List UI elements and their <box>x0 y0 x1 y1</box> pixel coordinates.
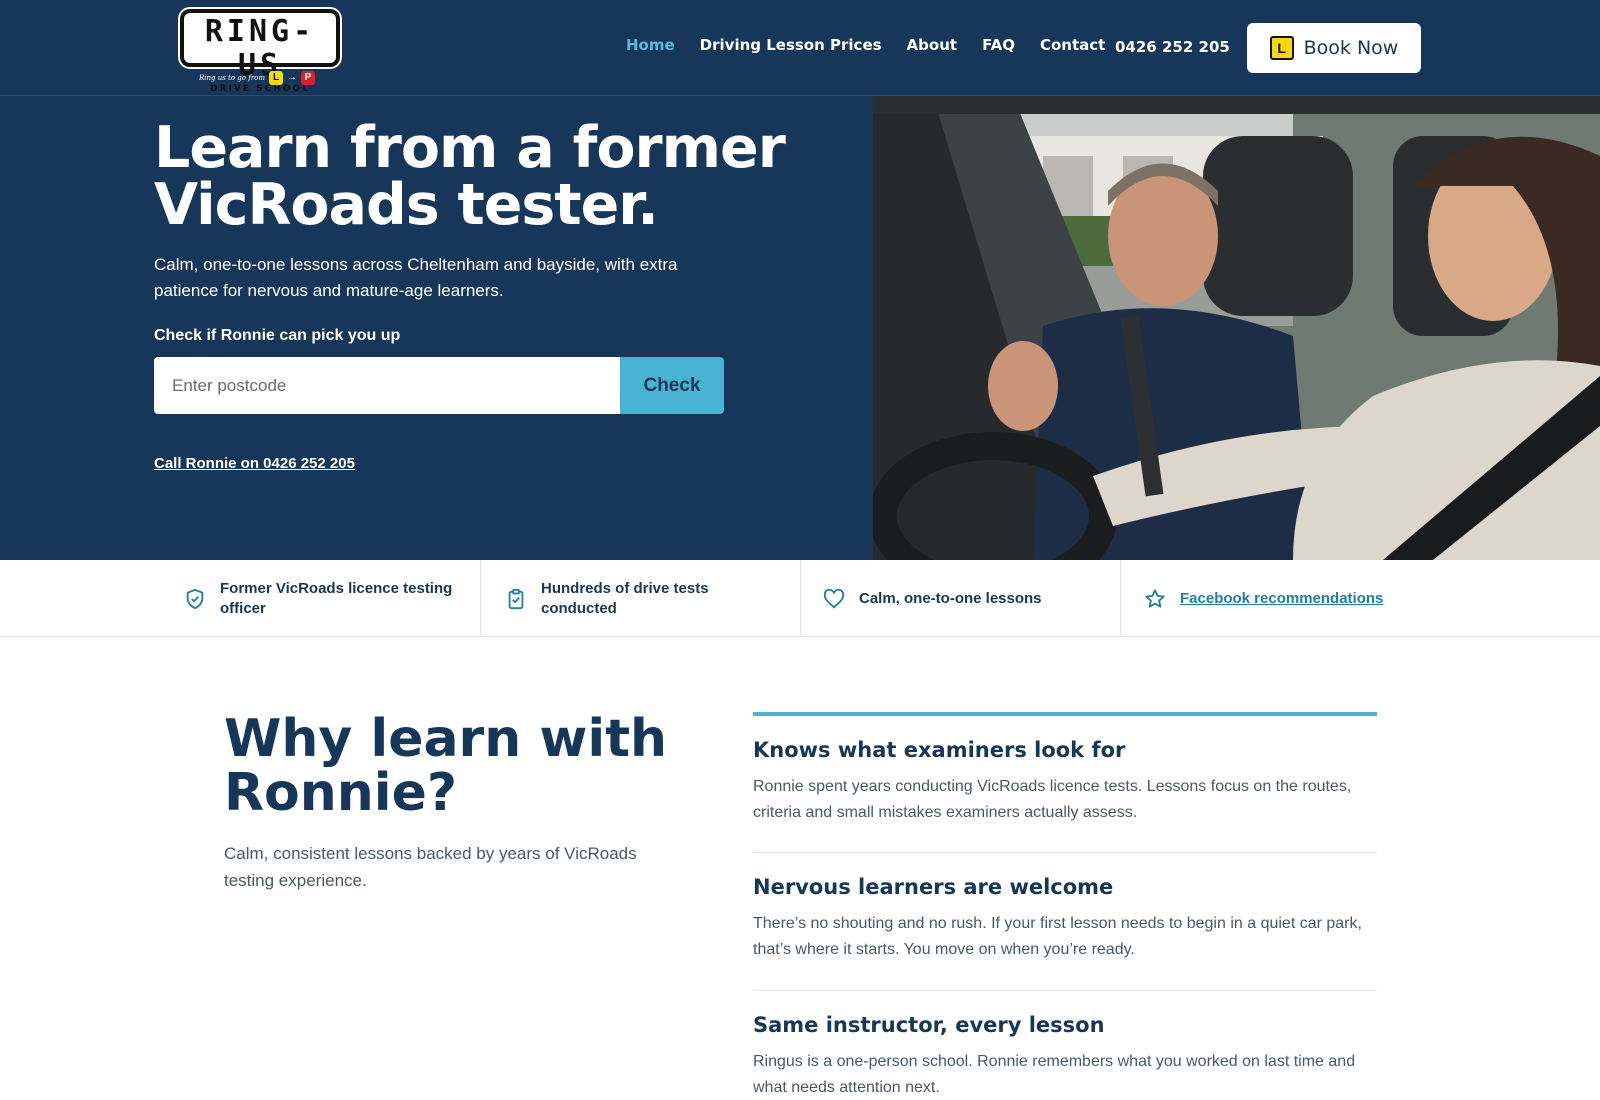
pickup-check-label: Check if Ronnie can pick you up <box>154 327 401 344</box>
feature-divider <box>753 852 1377 853</box>
hero-section: Learn from a former VicRoads tester. Cal… <box>0 96 873 560</box>
instructor-learner-photo <box>873 96 1600 560</box>
feature-divider <box>753 990 1377 991</box>
why-title-line2: Ronnie? <box>224 763 458 823</box>
why-section-subtitle: Calm, consistent lessons backed by years… <box>224 844 637 890</box>
arrow-right-icon: → <box>287 72 298 83</box>
header-phone-link[interactable]: 0426 252 205 <box>1115 38 1230 56</box>
facebook-recommendations-link[interactable]: Facebook recommendations <box>1180 590 1383 607</box>
trust-divider <box>800 560 801 637</box>
feature-title: Nervous learners are welcome <box>753 875 1114 899</box>
trust-text: Calm, one-to-one lessons <box>859 589 1042 607</box>
trust-item-drive-tests: Hundreds of drive tests conducted <box>505 560 741 637</box>
nav-about[interactable]: About <box>907 36 958 54</box>
check-button[interactable]: Check <box>620 357 724 414</box>
nav-home[interactable]: Home <box>626 36 675 54</box>
feature-title: Knows what examiners look for <box>753 738 1126 762</box>
logo-plate: RING-US DRIVE SCHOOL <box>180 9 340 94</box>
trust-text: Hundreds of drive tests conducted <box>541 579 709 617</box>
site-header: RING-US DRIVE SCHOOL Ring us to go from … <box>0 0 1600 96</box>
feature-text: Ronnie spent years conducting VicRoads l… <box>753 778 1352 821</box>
feature-nervous-learners: Nervous learners are welcome There’s no … <box>753 875 1377 963</box>
hero-title: Learn from a former VicRoads tester. <box>154 120 854 234</box>
car-interior-illustration <box>873 96 1600 560</box>
book-now-button[interactable]: L Book Now <box>1247 23 1421 73</box>
l-plate-icon: L <box>1269 36 1294 60</box>
hero-title-line2: VicRoads tester. <box>154 172 659 238</box>
trust-item-calm-lessons: Calm, one-to-one lessons <box>823 560 1042 637</box>
call-ronnie-link[interactable]: Call Ronnie on 0426 252 205 <box>154 455 355 472</box>
logo-tagline-text: Ring us to go from <box>199 74 266 82</box>
feature-text: Ringus is a one-person school. Ronnie re… <box>753 1053 1356 1096</box>
trust-bar: Former VicRoads licence testing officer … <box>0 560 1600 637</box>
l-plate-icon: L <box>269 71 284 85</box>
nav-faq[interactable]: FAQ <box>982 36 1015 54</box>
nav-driving-lesson-prices[interactable]: Driving Lesson Prices <box>700 36 882 54</box>
book-now-label: Book Now <box>1303 37 1399 59</box>
feature-text: There’s no shouting and no rush. If your… <box>753 915 1362 958</box>
heart-icon <box>823 588 845 608</box>
main-nav: Home Driving Lesson Prices About FAQ Con… <box>626 36 1105 54</box>
hero-subtitle: Calm, one-to-one lessons across Cheltenh… <box>154 255 678 300</box>
ring-us-logo[interactable]: RING-US DRIVE SCHOOL Ring us to go from … <box>180 9 340 94</box>
p-plate-icon: P <box>301 71 316 85</box>
shield-check-icon <box>186 588 204 609</box>
star-icon <box>1145 588 1165 608</box>
clipboard-check-icon <box>508 588 524 609</box>
why-section-title: Why learn with Ronnie? <box>224 712 684 820</box>
trust-item-former-tester: Former VicRoads licence testing officer <box>184 560 470 637</box>
why-title-line1: Why learn with <box>224 709 668 769</box>
feature-examiners: Knows what examiners look for Ronnie spe… <box>753 738 1377 826</box>
trust-divider <box>480 560 481 637</box>
feature-accent-line <box>753 712 1377 716</box>
feature-title: Same instructor, every lesson <box>753 1013 1105 1037</box>
logo-tagline: Ring us to go from L → P <box>199 70 329 86</box>
trust-item-facebook: Facebook recommendations <box>1144 560 1383 637</box>
postcode-input[interactable] <box>154 357 620 414</box>
trust-text: Former VicRoads licence testing officer <box>220 579 453 617</box>
trust-divider <box>1120 560 1121 637</box>
nav-contact[interactable]: Contact <box>1040 36 1105 54</box>
feature-same-instructor: Same instructor, every lesson Ringus is … <box>753 1013 1377 1100</box>
